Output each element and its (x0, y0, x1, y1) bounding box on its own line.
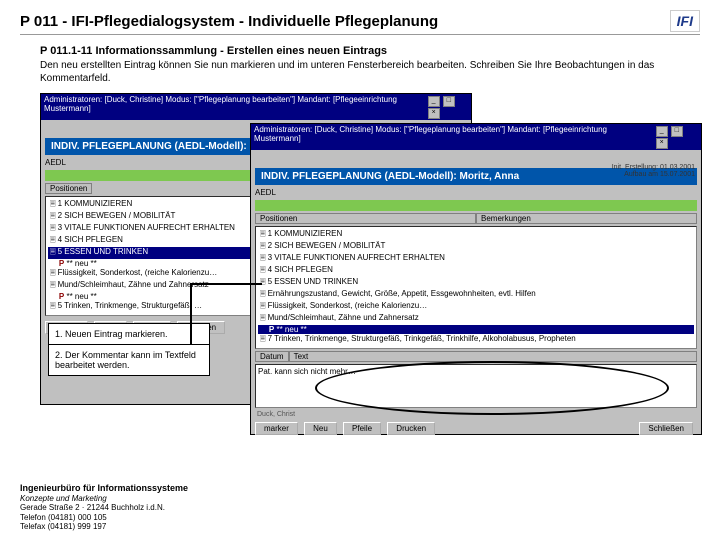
col-positionen: Positionen (45, 183, 92, 194)
column-headers: Positionen Bemerkungen (251, 213, 701, 224)
list-item[interactable]: 5 ESSEN UND TRINKEN (258, 277, 694, 289)
maximize-icon[interactable]: □ (443, 96, 455, 107)
footer-tel: Telefon (04181) 000 105 (20, 513, 188, 523)
close-icon[interactable]: × (428, 108, 440, 119)
minimize-icon[interactable]: _ (428, 96, 440, 107)
list-item[interactable]: 4 SICH PFLEGEN (258, 265, 694, 277)
col-datum: Datum (255, 351, 289, 362)
titlebar-buttons: _ □ × (427, 95, 468, 119)
page-header: P 011 - IFI-Pflegedialogsystem - Individ… (20, 10, 700, 35)
section-body: Den neu erstellten Eintrag können Sie nu… (40, 59, 700, 85)
button-row: marker Neu Pfeile Drucken Schließen (251, 419, 701, 438)
titlebar-buttons: _ □ × (655, 125, 698, 149)
drucken-button[interactable]: Drucken (387, 422, 435, 435)
text-column-headers: Datum Text (251, 351, 701, 362)
footer-addr: Gerade Straße 2 · 21244 Buchholz i.d.N. (20, 503, 188, 513)
footer: Ingenieurbüro für Informationssysteme Ko… (20, 483, 188, 532)
pfeile-button[interactable]: Pfeile (343, 422, 381, 435)
marker-button[interactable]: marker (255, 422, 298, 435)
app-window-front: Administratoren: [Duck, Christine] Modus… (250, 123, 702, 435)
callout-1: 1. Neuen Eintrag markieren. (49, 324, 209, 345)
comment-textarea[interactable]: Pat. kann sich nicht mehr… (255, 364, 697, 408)
titlebar: Administratoren: [Duck, Christine] Modus… (251, 124, 701, 150)
info-init: Init. Erstellung: 01.03.2001 (612, 164, 695, 171)
titlebar: Administratoren: [Duck, Christine] Modus… (41, 94, 471, 120)
page-title: P 011 - IFI-Pflegedialogsystem - Individ… (20, 13, 438, 30)
minimize-icon[interactable]: _ (656, 126, 668, 137)
maximize-icon[interactable]: □ (671, 126, 683, 137)
list-box[interactable]: 1 KOMMUNIZIEREN 2 SICH BEWEGEN / MOBILIT… (255, 226, 697, 349)
list-subitem[interactable]: 7 Trinken, Trinkmenge, Strukturgefäß, Tr… (258, 334, 694, 346)
neu-button[interactable]: Neu (304, 422, 337, 435)
titlebar-text: Administratoren: [Duck, Christine] Modus… (254, 125, 655, 149)
footer-sub: Konzepte und Marketing (20, 494, 188, 504)
list-subitem-selected[interactable]: P ** neu ** (258, 325, 694, 334)
list-subitem[interactable]: Flüssigkeit, Sonderkost, (reiche Kalorie… (258, 301, 694, 313)
callout-box: 1. Neuen Eintrag markieren. 2. Der Komme… (48, 323, 210, 376)
col-positionen: Positionen (255, 213, 476, 224)
tab-row (255, 200, 697, 211)
titlebar-text: Administratoren: [Duck, Christine] Modus… (44, 95, 427, 119)
menu-bar[interactable]: AEDL (251, 187, 701, 198)
status-bar: Duck, Christ (251, 410, 701, 419)
list-item[interactable]: 3 VITALE FUNKTIONEN AUFRECHT ERHALTEN (258, 253, 694, 265)
info-dates: Init. Erstellung: 01.03.2001 Aufbau am 1… (612, 164, 695, 178)
list-subitem[interactable]: Mund/Schleimhaut, Zähne und Zahnersatz (258, 313, 694, 325)
col-text: Text (289, 351, 697, 362)
close-icon[interactable]: × (656, 138, 668, 149)
callout-2: 2. Der Kommentar kann im Textfeld bearbe… (49, 345, 209, 375)
list-subitem[interactable]: Ernährungszustand, Gewicht, Größe, Appet… (258, 289, 694, 301)
list-item[interactable]: 2 SICH BEWEGEN / MOBILITÄT (258, 241, 694, 253)
text-entry: Pat. kann sich nicht mehr… (258, 367, 356, 376)
col-bemerkungen: Bemerkungen (476, 213, 697, 224)
logo: IFI (670, 10, 700, 32)
screenshot-area: Administratoren: [Duck, Christine] Modus… (40, 93, 700, 443)
list-item[interactable]: 1 KOMMUNIZIEREN (258, 229, 694, 241)
schliessen-button[interactable]: Schließen (639, 422, 693, 435)
footer-title: Ingenieurbüro für Informationssysteme (20, 483, 188, 494)
section-subtitle: P 011.1-11 Informationssammlung - Erstel… (40, 45, 700, 57)
info-aufbau: Aufbau am 15.07.2001 (612, 171, 695, 178)
footer-fax: Telefax (04181) 999 197 (20, 522, 188, 532)
